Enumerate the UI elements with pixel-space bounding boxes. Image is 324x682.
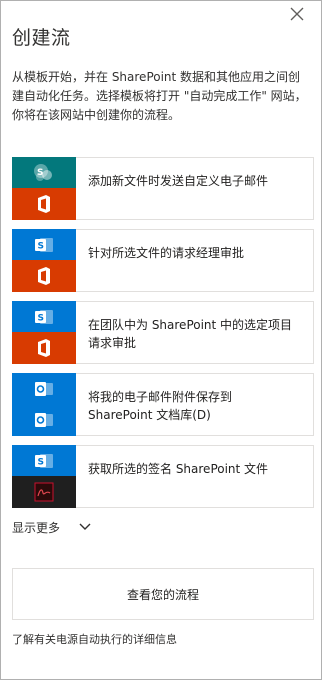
outlook-icon: [12, 373, 76, 404]
template-label: 将我的电子邮件附件保存到 SharePoint 文档库(D): [88, 390, 233, 422]
view-flows-label: 查看您的流程: [126, 587, 199, 602]
learn-more-link[interactable]: 了解有关电源自动执行的详细信息: [12, 631, 177, 647]
template-icons: [12, 373, 76, 436]
svg-text:S: S: [38, 313, 44, 323]
sharepoint-icon: S: [12, 229, 76, 260]
close-button[interactable]: [287, 4, 307, 24]
panel-description: 从模板开始，并在 SharePoint 数据和其他应用之间创建自动化任务。选择模…: [12, 70, 307, 122]
template-icons: S: [12, 229, 76, 292]
office-icon: [12, 260, 76, 292]
svg-text:S: S: [37, 168, 43, 178]
office-icon: [12, 188, 76, 220]
template-label: 针对所选文件的请求经理审批: [88, 246, 245, 260]
template-icons: S: [12, 301, 76, 364]
view-flows-button[interactable]: 查看您的流程: [12, 568, 314, 620]
sharepoint-icon: S: [12, 301, 76, 332]
template-card[interactable]: S 在团队中为 SharePoint 中的选定项目请求审批: [12, 301, 314, 364]
template-icons: S: [12, 445, 76, 508]
panel-title: 创建流: [12, 27, 71, 49]
template-card[interactable]: 将我的电子邮件附件保存到 SharePoint 文档库(D): [12, 373, 314, 436]
outlook-icon: [12, 404, 76, 436]
template-label: 在团队中为 SharePoint 中的选定项目请求审批: [88, 318, 293, 350]
create-flow-panel: 创建流 从模板开始，并在 SharePoint 数据和其他应用之间创建自动化任务…: [0, 0, 322, 680]
template-icons: S: [12, 157, 76, 220]
chevron-down-icon: [79, 523, 91, 530]
adobe-sign-icon: [12, 476, 76, 508]
template-card[interactable]: S 针对所选文件的请求经理审批: [12, 229, 314, 292]
template-label: 添加新文件时发送自定义电子邮件: [88, 174, 269, 188]
show-more-button[interactable]: 显示更多: [12, 516, 92, 538]
svg-text:S: S: [38, 241, 44, 251]
close-icon: [290, 7, 304, 21]
show-more-label: 显示更多: [12, 520, 61, 535]
template-card[interactable]: S 获取所选的签名 SharePoint 文件: [12, 445, 314, 508]
template-card[interactable]: S 添加新文件时发送自定义电子邮件: [12, 157, 314, 220]
template-label: 获取所选的签名 SharePoint 文件: [88, 462, 269, 476]
svg-text:S: S: [38, 457, 44, 467]
office-icon: [12, 332, 76, 364]
sharepoint-icon: S: [12, 445, 76, 476]
sharepoint-icon: S: [12, 157, 76, 188]
